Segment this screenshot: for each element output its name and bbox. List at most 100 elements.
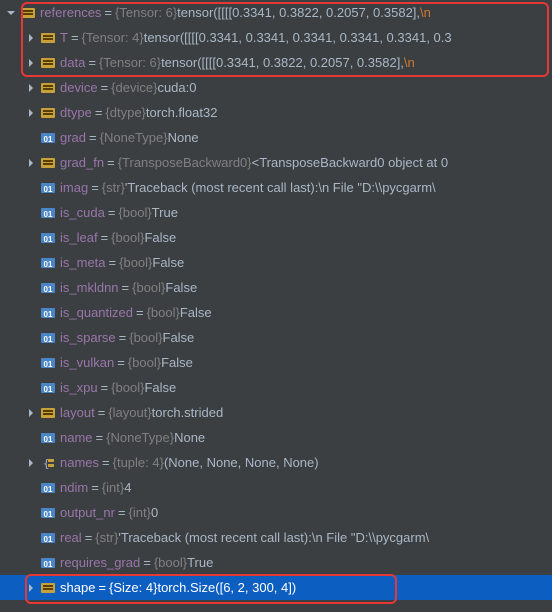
equals: = bbox=[119, 280, 133, 295]
svg-text:01: 01 bbox=[44, 235, 53, 244]
var-row-requires_grad[interactable]: 01requires_grad = {bool} True bbox=[0, 550, 552, 575]
var-name: requires_grad bbox=[60, 555, 140, 570]
var-row-ndim[interactable]: 01ndim = {int} 4 bbox=[0, 475, 552, 500]
chevron-right-icon[interactable] bbox=[24, 156, 38, 170]
var-name: is_quantized bbox=[60, 305, 133, 320]
var-value: None bbox=[168, 130, 199, 145]
primitive-01-icon: 01 bbox=[40, 255, 56, 271]
var-row-is_quantized[interactable]: 01is_quantized = {bool} False bbox=[0, 300, 552, 325]
equals: = bbox=[115, 505, 129, 520]
svg-text:01: 01 bbox=[44, 260, 53, 269]
var-name: is_cuda bbox=[60, 205, 105, 220]
var-row-is_vulkan[interactable]: 01is_vulkan = {bool} False bbox=[0, 350, 552, 375]
var-row-is_mkldnn[interactable]: 01is_mkldnn = {bool} False bbox=[0, 275, 552, 300]
var-row-layout[interactable]: layout = {layout} torch.strided bbox=[0, 400, 552, 425]
struct-icon bbox=[40, 55, 56, 71]
equals: = bbox=[92, 105, 106, 120]
type-hint: {bool} bbox=[118, 205, 151, 220]
var-row-device[interactable]: device = {device} cuda:0 bbox=[0, 75, 552, 100]
svg-text:01: 01 bbox=[44, 510, 53, 519]
var-value: tensor([[[[0.3341, 0.3822, 0.2057, 0.358… bbox=[177, 5, 420, 20]
var-row-shape[interactable]: shape = {Size: 4} torch.Size([6, 2, 300,… bbox=[0, 575, 552, 600]
svg-text:01: 01 bbox=[44, 285, 53, 294]
var-value: True bbox=[187, 555, 213, 570]
primitive-01-icon: 01 bbox=[40, 555, 56, 571]
variables-panel: references = {Tensor: 6} tensor([[[[0.33… bbox=[0, 0, 552, 612]
var-value: False bbox=[144, 230, 176, 245]
var-value: True bbox=[152, 205, 178, 220]
var-value: torch.float32 bbox=[146, 105, 218, 120]
var-value: <TransposeBackward0 object at 0 bbox=[252, 155, 448, 170]
var-name: references bbox=[40, 5, 101, 20]
primitive-01-icon: 01 bbox=[40, 230, 56, 246]
equals: = bbox=[98, 230, 112, 245]
var-row-references[interactable]: references = {Tensor: 6} tensor([[[[0.33… bbox=[0, 0, 552, 25]
primitive-01-icon: 01 bbox=[40, 355, 56, 371]
svg-text:01: 01 bbox=[44, 335, 53, 344]
equals: = bbox=[95, 405, 109, 420]
var-value: False bbox=[163, 330, 195, 345]
var-name: names bbox=[60, 455, 99, 470]
svg-text:01: 01 bbox=[44, 435, 53, 444]
equals: = bbox=[68, 30, 82, 45]
var-name: is_sparse bbox=[60, 330, 116, 345]
struct-icon bbox=[20, 5, 36, 21]
var-row-names[interactable]: {names = {tuple: 4} (None, None, None, N… bbox=[0, 450, 552, 475]
chevron-right-icon[interactable] bbox=[24, 31, 38, 45]
equals: = bbox=[105, 205, 119, 220]
var-row-is_sparse[interactable]: 01is_sparse = {bool} False bbox=[0, 325, 552, 350]
escape-seq: \n bbox=[404, 55, 415, 70]
chevron-right-icon[interactable] bbox=[24, 56, 38, 70]
type-hint: {bool} bbox=[132, 280, 165, 295]
type-hint: {NoneType} bbox=[100, 130, 168, 145]
var-row-data[interactable]: data = {Tensor: 6} tensor([[[[0.3341, 0.… bbox=[0, 50, 552, 75]
var-name: layout bbox=[60, 405, 95, 420]
var-row-T[interactable]: T = {Tensor: 4} tensor([[[[0.3341, 0.334… bbox=[0, 25, 552, 50]
var-row-grad_fn[interactable]: grad_fn = {TransposeBackward0} <Transpos… bbox=[0, 150, 552, 175]
chevron-down-icon[interactable] bbox=[4, 6, 18, 20]
struct-icon bbox=[40, 105, 56, 121]
primitive-01-icon: 01 bbox=[40, 505, 56, 521]
type-hint: {bool} bbox=[154, 555, 187, 570]
type-hint: {TransposeBackward0} bbox=[118, 155, 252, 170]
var-name: device bbox=[60, 80, 98, 95]
chevron-right-icon[interactable] bbox=[24, 581, 38, 595]
primitive-01-icon: 01 bbox=[40, 430, 56, 446]
var-row-dtype[interactable]: dtype = {dtype} torch.float32 bbox=[0, 100, 552, 125]
var-name: grad bbox=[60, 130, 86, 145]
equals: = bbox=[116, 330, 130, 345]
var-row-is_meta[interactable]: 01is_meta = {bool} False bbox=[0, 250, 552, 275]
equals: = bbox=[88, 180, 102, 195]
type-hint: {dtype} bbox=[105, 105, 146, 120]
var-name: is_mkldnn bbox=[60, 280, 119, 295]
type-hint: {str} bbox=[95, 530, 118, 545]
primitive-01-icon: 01 bbox=[40, 130, 56, 146]
var-row-real[interactable]: 01real = {str} 'Traceback (most recent c… bbox=[0, 525, 552, 550]
equals: = bbox=[85, 55, 99, 70]
var-row-is_cuda[interactable]: 01is_cuda = {bool} True bbox=[0, 200, 552, 225]
var-row-imag[interactable]: 01imag = {str} 'Traceback (most recent c… bbox=[0, 175, 552, 200]
var-row-grad[interactable]: 01 grad = {NoneType} None bbox=[0, 125, 552, 150]
primitive-01-icon: 01 bbox=[40, 380, 56, 396]
var-row-is_leaf[interactable]: 01is_leaf = {bool} False bbox=[0, 225, 552, 250]
type-hint: {int} bbox=[129, 505, 151, 520]
var-value: tensor([[[[0.3341, 0.3822, 0.2057, 0.358… bbox=[161, 55, 404, 70]
svg-text:01: 01 bbox=[44, 535, 53, 544]
chevron-right-icon[interactable] bbox=[24, 456, 38, 470]
var-value: (None, None, None, None) bbox=[164, 455, 319, 470]
escape-seq: \n bbox=[420, 5, 431, 20]
var-row-is_xpu[interactable]: 01is_xpu = {bool} False bbox=[0, 375, 552, 400]
equals: = bbox=[86, 130, 100, 145]
var-name: is_leaf bbox=[60, 230, 98, 245]
equals: = bbox=[95, 580, 109, 595]
equals: = bbox=[114, 355, 128, 370]
var-row-output_nr[interactable]: 01output_nr = {int} 0 bbox=[0, 500, 552, 525]
var-row-name[interactable]: 01name = {NoneType} None bbox=[0, 425, 552, 450]
var-value: None bbox=[174, 430, 205, 445]
equals: = bbox=[104, 155, 118, 170]
type-hint: {int} bbox=[102, 480, 124, 495]
chevron-right-icon[interactable] bbox=[24, 81, 38, 95]
type-hint: {NoneType} bbox=[106, 430, 174, 445]
chevron-right-icon[interactable] bbox=[24, 106, 38, 120]
chevron-right-icon[interactable] bbox=[24, 406, 38, 420]
